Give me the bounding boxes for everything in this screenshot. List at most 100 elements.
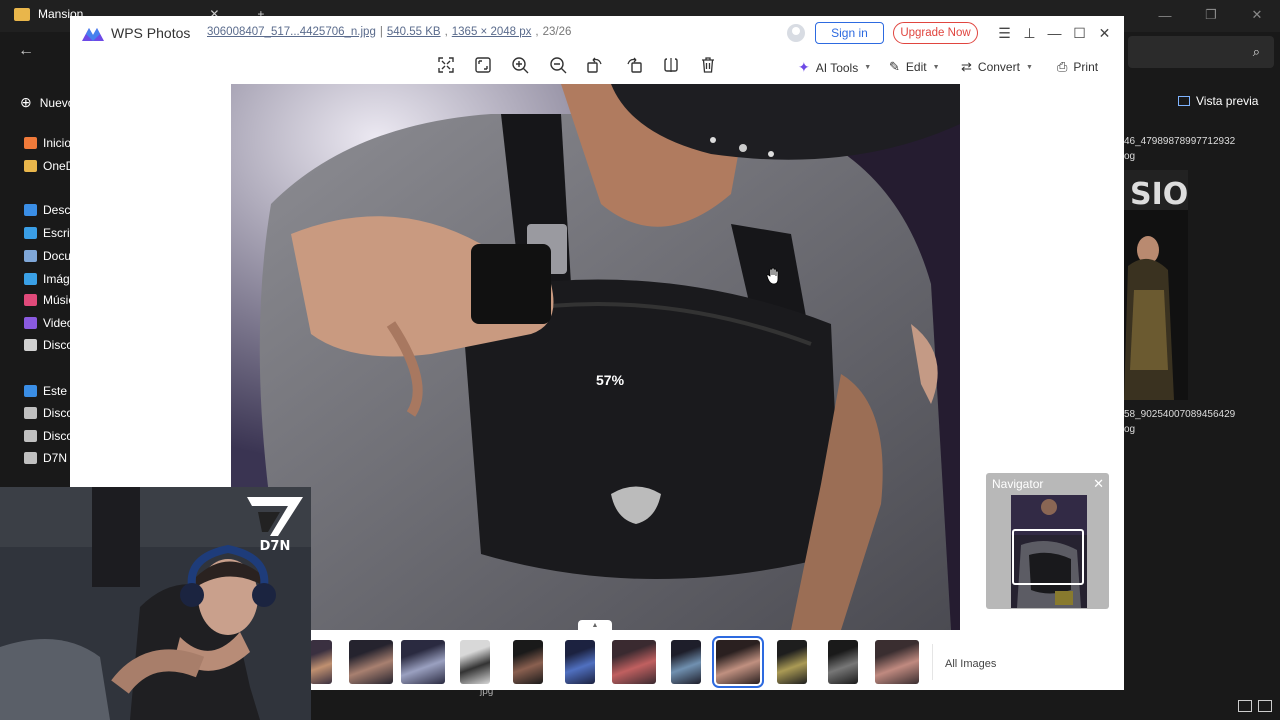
photo — [231, 84, 960, 630]
filmstrip-thumbnail[interactable] — [349, 640, 393, 684]
zoom-level: 57% — [596, 372, 625, 388]
filmstrip-thumbnail[interactable] — [310, 640, 332, 684]
sidebar-item[interactable]: Documentos — [24, 246, 70, 266]
wps-logo-icon — [82, 28, 104, 41]
file-name[interactable]: 58_90254007089456429 — [1124, 409, 1235, 420]
image-canvas[interactable]: 57% — [231, 84, 960, 630]
sidebar-item[interactable]: D7N — [24, 448, 70, 468]
filmstrip-thumbnail[interactable] — [612, 640, 656, 684]
explorer-status-bar: jpg — [310, 686, 1280, 720]
sidebar-item-label: Imágenes — [43, 272, 70, 286]
sign-in-button[interactable]: Sign in — [815, 22, 884, 44]
flip-icon[interactable] — [662, 56, 680, 74]
filmstrip-thumbnail[interactable] — [712, 636, 764, 688]
sidebar-item-icon — [24, 385, 37, 397]
sidebar-item[interactable]: Descargas — [24, 200, 70, 220]
details-view-icon[interactable] — [1238, 700, 1252, 712]
convert-icon: ⇄ — [961, 59, 972, 74]
sidebar-item-label: Inicio — [43, 136, 70, 150]
minimize-icon[interactable]: — — [1042, 24, 1067, 42]
file-thumbnail[interactable]: SIO — [1124, 170, 1188, 400]
sidebar-item[interactable]: Este equipo — [24, 381, 70, 401]
explorer-maximize-icon[interactable]: ❐ — [1188, 0, 1234, 30]
edit-menu[interactable]: ✎ Edit ▼ — [889, 59, 940, 75]
upgrade-now-button[interactable]: Upgrade Now — [893, 22, 978, 44]
sidebar-item[interactable]: Disco — [24, 426, 70, 446]
filmstrip-thumbnail[interactable] — [565, 640, 595, 684]
file-size[interactable]: 540.55 KB — [387, 26, 441, 38]
menu-icon[interactable]: ☰ — [992, 24, 1017, 42]
rotate-right-icon[interactable] — [625, 56, 643, 74]
sidebar-item[interactable]: Inicio — [24, 133, 70, 153]
rotate-left-icon[interactable] — [586, 56, 604, 74]
filmstrip-thumbnail[interactable] — [513, 640, 543, 684]
back-arrow-icon[interactable]: ← — [18, 42, 34, 60]
wps-window-controls: ☰ ⊥ — ☐ ✕ — [992, 24, 1117, 42]
filmstrip-thumbnail[interactable] — [671, 640, 701, 684]
explorer-search-box[interactable]: ⌕ — [1128, 36, 1274, 68]
file-name-link[interactable]: 306008407_517...4425706_n.jpg — [207, 26, 376, 38]
sidebar-item-label: Disco — [43, 429, 70, 443]
svg-text:SIO: SIO — [1130, 177, 1188, 212]
sidebar-item[interactable]: Escritorio — [24, 223, 70, 243]
chevron-down-icon: ▼ — [864, 64, 872, 71]
plus-circle-icon: ⊕ — [20, 94, 32, 110]
print-button[interactable]: ⎙ Print — [1057, 59, 1098, 75]
explorer-minimize-icon[interactable]: — — [1142, 0, 1188, 30]
explorer-view-switch — [1238, 700, 1272, 712]
sidebar-item-label: Disco — [43, 406, 70, 420]
tiles-view-icon[interactable] — [1258, 700, 1272, 712]
file-name[interactable]: 46_47989878997712932 — [1124, 136, 1235, 147]
pin-icon[interactable]: ⊥ — [1017, 24, 1042, 42]
search-icon: ⌕ — [1252, 44, 1260, 59]
sidebar-item[interactable]: OneDrive — [24, 156, 70, 176]
explorer-close-icon[interactable]: ✕ — [1234, 0, 1280, 30]
printer-icon: ⎙ — [1057, 59, 1068, 74]
image-dimensions[interactable]: 1365 × 2048 px — [452, 26, 532, 38]
user-avatar-icon[interactable] — [787, 24, 805, 42]
folder-icon — [14, 7, 30, 21]
zoom-out-icon[interactable] — [549, 56, 567, 74]
filmstrip-thumbnail[interactable] — [828, 640, 858, 684]
sidebar-item-icon — [24, 294, 37, 306]
d7n-logo: D7N — [247, 497, 303, 552]
navigator-title: Navigator — [992, 477, 1044, 491]
sidebar-item-icon — [24, 273, 37, 285]
explorer-preview-toggle[interactable]: Vista previa — [1178, 94, 1258, 108]
fit-to-screen-icon[interactable] — [437, 56, 455, 74]
collapse-filmstrip-icon[interactable]: ▲ — [578, 620, 612, 630]
chevron-down-icon: ▼ — [1025, 63, 1033, 71]
filmstrip-thumbnail[interactable] — [460, 640, 490, 684]
navigator-panel: Navigator ✕ — [986, 473, 1109, 609]
navigator-close-icon[interactable]: ✕ — [1093, 476, 1104, 492]
navigator-viewport[interactable] — [1012, 529, 1084, 585]
convert-menu[interactable]: ⇄ Convert ▼ — [961, 59, 1033, 75]
sidebar-item[interactable]: Videos — [24, 313, 70, 333]
sidebar-item[interactable]: Disco — [24, 403, 70, 423]
sidebar-item-label: D7N — [43, 451, 68, 465]
sidebar-item[interactable]: Música — [24, 290, 70, 310]
sidebar-item[interactable]: Discord — [24, 335, 70, 355]
explorer-new-button[interactable]: ⊕ Nuevo — [20, 94, 74, 111]
sidebar-item-icon — [24, 137, 37, 149]
d7n-logo-text: D7N — [260, 539, 291, 552]
maximize-icon[interactable]: ☐ — [1067, 24, 1092, 42]
webcam-overlay: D7N — [0, 487, 311, 720]
edit-label: Edit — [905, 60, 927, 74]
ai-tools-menu[interactable]: ✦ AI Tools ▼ — [798, 59, 871, 76]
filmstrip-thumbnail[interactable] — [401, 640, 445, 684]
image-position: 23/26 — [542, 26, 572, 38]
delete-icon[interactable] — [699, 56, 717, 74]
sidebar-item-label: OneDrive — [43, 159, 70, 173]
actual-size-icon[interactable] — [474, 56, 492, 74]
sidebar-item[interactable]: Imágenes — [24, 269, 70, 289]
close-icon[interactable]: ✕ — [1092, 24, 1117, 42]
sidebar-item-label: Videos — [43, 316, 70, 330]
sidebar-item-icon — [24, 227, 37, 239]
filmstrip-thumbnail[interactable] — [777, 640, 807, 684]
zoom-in-icon[interactable] — [511, 56, 529, 74]
all-images-button[interactable]: All Images — [945, 658, 996, 670]
sidebar-item-icon — [24, 317, 37, 329]
sparkle-icon: ✦ — [798, 59, 810, 75]
filmstrip-thumbnail[interactable] — [875, 640, 919, 684]
